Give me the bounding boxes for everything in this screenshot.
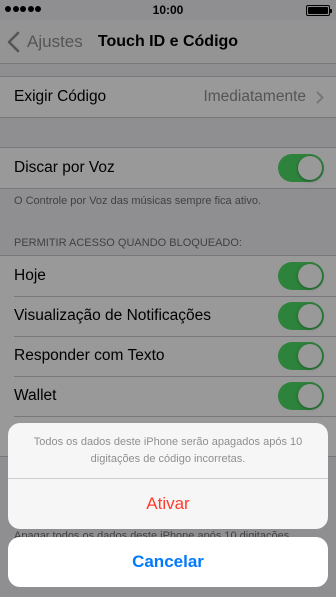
- action-sheet: Todos os dados deste iPhone serão apagad…: [8, 423, 328, 529]
- cancel-button[interactable]: Cancelar: [8, 537, 328, 587]
- activate-button[interactable]: Ativar: [8, 479, 328, 529]
- action-sheet-message: Todos os dados deste iPhone serão apagad…: [8, 423, 328, 479]
